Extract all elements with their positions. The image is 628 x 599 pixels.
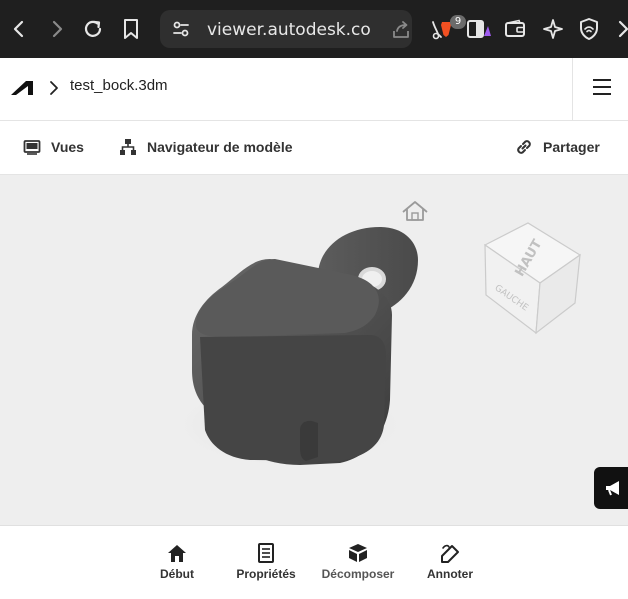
views-label: Vues: [51, 139, 84, 155]
url-text[interactable]: viewer.autodesk.co...: [207, 20, 372, 40]
nav-annotate-label: Annoter: [427, 567, 473, 581]
megaphone-icon: [606, 481, 619, 496]
autodesk-logo-icon[interactable]: [10, 78, 34, 100]
3d-viewport[interactable]: HAUT GAUCHE: [0, 175, 628, 525]
leo-ai-icon[interactable]: [538, 14, 568, 44]
more-chevron-icon[interactable]: [608, 14, 628, 44]
nav-explode-label: Décomposer: [321, 567, 395, 581]
nav-properties[interactable]: Propriétés: [221, 543, 311, 581]
nav-explode[interactable]: Décomposer: [313, 543, 403, 581]
share-button[interactable]: Partager: [515, 136, 600, 158]
vpn-shield-icon[interactable]: [574, 14, 604, 44]
share-label: Partager: [543, 139, 600, 155]
viewcube[interactable]: HAUT GAUCHE: [483, 222, 582, 335]
bookmark-icon[interactable]: [116, 14, 146, 44]
nav-home[interactable]: Début: [132, 543, 222, 581]
reload-icon[interactable]: [78, 14, 108, 44]
home-icon: [168, 545, 186, 562]
feedback-button[interactable]: [594, 467, 628, 509]
nav-properties-label: Propriétés: [236, 567, 296, 581]
file-name: test_bock.3dm: [70, 77, 168, 94]
views-button[interactable]: Vues: [23, 136, 84, 158]
model-browser-button[interactable]: Navigateur de modèle: [119, 136, 293, 158]
viewport-canvas[interactable]: HAUT GAUCHE: [0, 175, 628, 525]
nav-home-label: Début: [160, 567, 194, 581]
header-divider: [572, 58, 573, 120]
back-icon[interactable]: [4, 14, 34, 44]
chevron-right-icon: [48, 80, 60, 100]
link-icon: [517, 140, 531, 154]
home-view-icon[interactable]: [402, 201, 428, 221]
hierarchy-icon: [120, 139, 136, 155]
explode-icon: [349, 544, 367, 562]
model-browser-label: Navigateur de modèle: [147, 139, 293, 155]
sidebar-toggle-icon[interactable]: [464, 14, 494, 44]
annotate-icon: [441, 544, 459, 563]
properties-icon: [258, 543, 274, 563]
wallet-icon[interactable]: [500, 14, 530, 44]
nav-annotate[interactable]: Annoter: [405, 543, 495, 581]
site-settings-icon[interactable]: [168, 16, 194, 42]
hamburger-menu-icon[interactable]: [590, 76, 618, 100]
share-page-icon[interactable]: [390, 19, 412, 41]
forward-icon[interactable]: [42, 14, 72, 44]
address-bar[interactable]: viewer.autodesk.co...: [160, 10, 412, 48]
monitor-icon: [23, 140, 41, 155]
